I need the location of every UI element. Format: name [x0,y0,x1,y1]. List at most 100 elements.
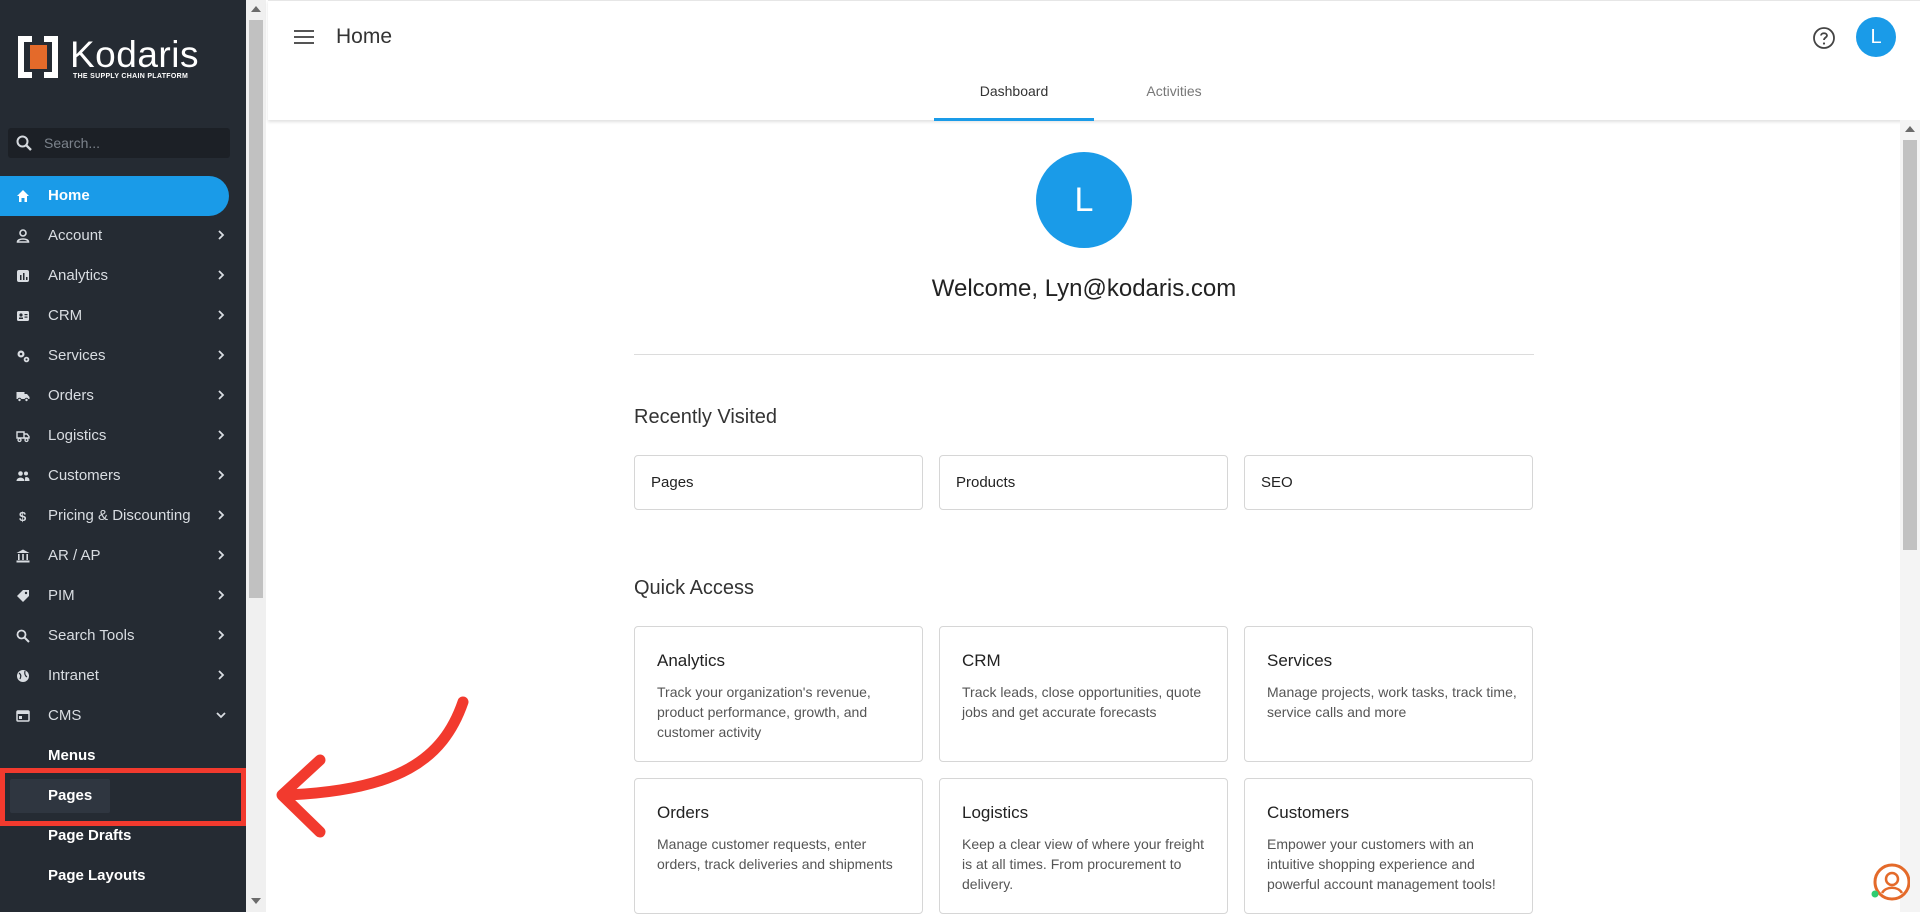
quick-card-customers[interactable]: Customers Empower your customers with an… [1244,778,1533,914]
quick-card-analytics[interactable]: Analytics Track your organization's reve… [634,626,923,762]
sidebar-item-label: Home [48,187,90,204]
sidebar-item-ar-ap[interactable]: AR / AP [0,536,246,576]
scrollbar-thumb[interactable] [1903,140,1917,550]
web-icon [16,710,30,722]
chevron-right-icon [218,310,225,320]
sidebar-item-pim[interactable]: PIM [0,576,246,616]
tab-dashboard[interactable]: Dashboard [934,83,1094,99]
chevron-right-icon [218,590,225,600]
tag-icon [17,590,29,602]
quick-card-orders[interactable]: Orders Manage customer requests, enter o… [634,778,923,914]
sidebar-item-label: Intranet [48,667,99,684]
chevron-right-icon [218,630,225,640]
tab-activities[interactable]: Activities [1094,83,1254,99]
quick-card-description: Empower your customers with an intuitive… [1267,836,1496,892]
quick-card-description: Manage customer requests, enter orders, … [657,836,893,872]
quick-card-title: Analytics [657,651,726,670]
truck-icon [16,392,30,403]
sidebar-item-label: Search Tools [48,627,135,644]
analytics-icon [17,270,29,282]
chevron-right-icon [218,510,225,520]
sidebar-scrollbar[interactable] [246,0,266,912]
sidebar-item-search-tools[interactable]: Search Tools [0,616,246,656]
recent-card-label: Products [956,474,1016,491]
quick-card-crm[interactable]: CRM Track leads, close opportunities, qu… [939,626,1228,762]
sidebar-item-label: Account [48,227,103,244]
sidebar-item-intranet[interactable]: Intranet [0,656,246,696]
quick-card-title: Customers [1267,803,1350,822]
brand-name: Kodaris [70,34,199,75]
annotation-arrow [276,696,469,838]
chevron-right-icon [218,270,225,280]
kodaris-logo[interactable]: Kodaris THE SUPPLY CHAIN PLATFORM [18,34,199,82]
sidebar-item-label: Orders [48,387,94,404]
sidebar-item-label: CRM [48,307,83,324]
quick-access-heading: Quick Access [634,577,755,599]
brand-tagline: THE SUPPLY CHAIN PLATFORM [73,73,189,80]
sidebar-item-crm[interactable]: CRM [0,296,246,336]
bank-icon [16,549,30,563]
recent-card-products[interactable]: Products [939,455,1228,510]
quick-card-title: CRM [962,651,1001,670]
search-icon [16,629,30,643]
sidebar-item-logistics[interactable]: Logistics [0,416,246,456]
recently-visited-heading: Recently Visited [634,406,778,428]
sidebar-subitem-label: Page Drafts [48,827,132,844]
gears-icon [17,350,30,363]
search-input[interactable] [44,128,224,158]
quick-card-title: Services [1267,651,1333,670]
recent-card-label: Pages [651,474,694,491]
sidebar-item-label: PIM [48,587,75,604]
sidebar-subitem-page-layouts[interactable]: Page Layouts [0,856,246,896]
scroll-up-arrow-icon[interactable] [251,6,261,12]
sidebar-item-pricing[interactable]: $ Pricing & Discounting [0,496,246,536]
main-scrollbar[interactable] [1900,120,1920,912]
quick-card-description: Manage projects, work tasks, track time,… [1267,684,1517,720]
profile-avatar: L [1036,152,1132,248]
sidebar-item-customers[interactable]: Customers [0,456,246,496]
sidebar-item-services[interactable]: Services [0,336,246,376]
recent-card-seo[interactable]: SEO [1244,455,1533,510]
quick-card-title: Orders [657,803,709,822]
chevron-right-icon [218,430,225,440]
annotation-highlight-box [0,768,246,826]
sidebar-item-label: Customers [48,467,121,484]
scrollbar-thumb[interactable] [249,20,263,598]
user-avatar[interactable]: L [1856,17,1896,57]
chevron-right-icon [218,230,225,240]
scroll-up-arrow-icon[interactable] [1905,126,1915,132]
sidebar-item-orders[interactable]: Orders [0,376,246,416]
sidebar-item-label: Pricing & Discounting [48,507,191,524]
chevron-right-icon [218,470,225,480]
home-icon [17,190,29,202]
quick-card-services[interactable]: Services Manage projects, work tasks, tr… [1244,626,1533,762]
chevron-down-icon [216,712,226,719]
scroll-down-arrow-icon[interactable] [251,898,261,904]
quick-card-description: Track leads, close opportunities, quote … [962,684,1202,720]
recent-card-label: SEO [1261,474,1293,491]
divider [634,354,1534,355]
search-icon [16,135,32,151]
chevron-right-icon [218,390,225,400]
help-icon[interactable] [1812,26,1836,50]
sidebar-item-label: Services [48,347,106,364]
sidebar-subitem-label: Menus [48,747,96,764]
people-icon [16,471,30,481]
sidebar-item-cms[interactable]: CMS [0,696,246,736]
person-icon [16,229,30,243]
quick-card-logistics[interactable]: Logistics Keep a clear view of where you… [939,778,1228,914]
chat-support-icon[interactable] [1870,862,1910,902]
sidebar-item-label: Analytics [48,267,109,284]
sidebar-item-label: Logistics [48,427,107,444]
chevron-right-icon [218,670,225,680]
sidebar-item-analytics[interactable]: Analytics [0,256,246,296]
sidebar-search [8,128,230,158]
sidebar-item-label: CMS [48,707,82,724]
hamburger-menu-icon[interactable] [294,29,314,45]
dollar-icon: $ [19,509,27,523]
page-title: Home [336,25,393,48]
globe-icon [17,670,29,682]
recent-card-pages[interactable]: Pages [634,455,923,510]
sidebar-item-account[interactable]: Account [0,216,246,256]
sidebar-item-home[interactable]: Home [0,176,229,216]
